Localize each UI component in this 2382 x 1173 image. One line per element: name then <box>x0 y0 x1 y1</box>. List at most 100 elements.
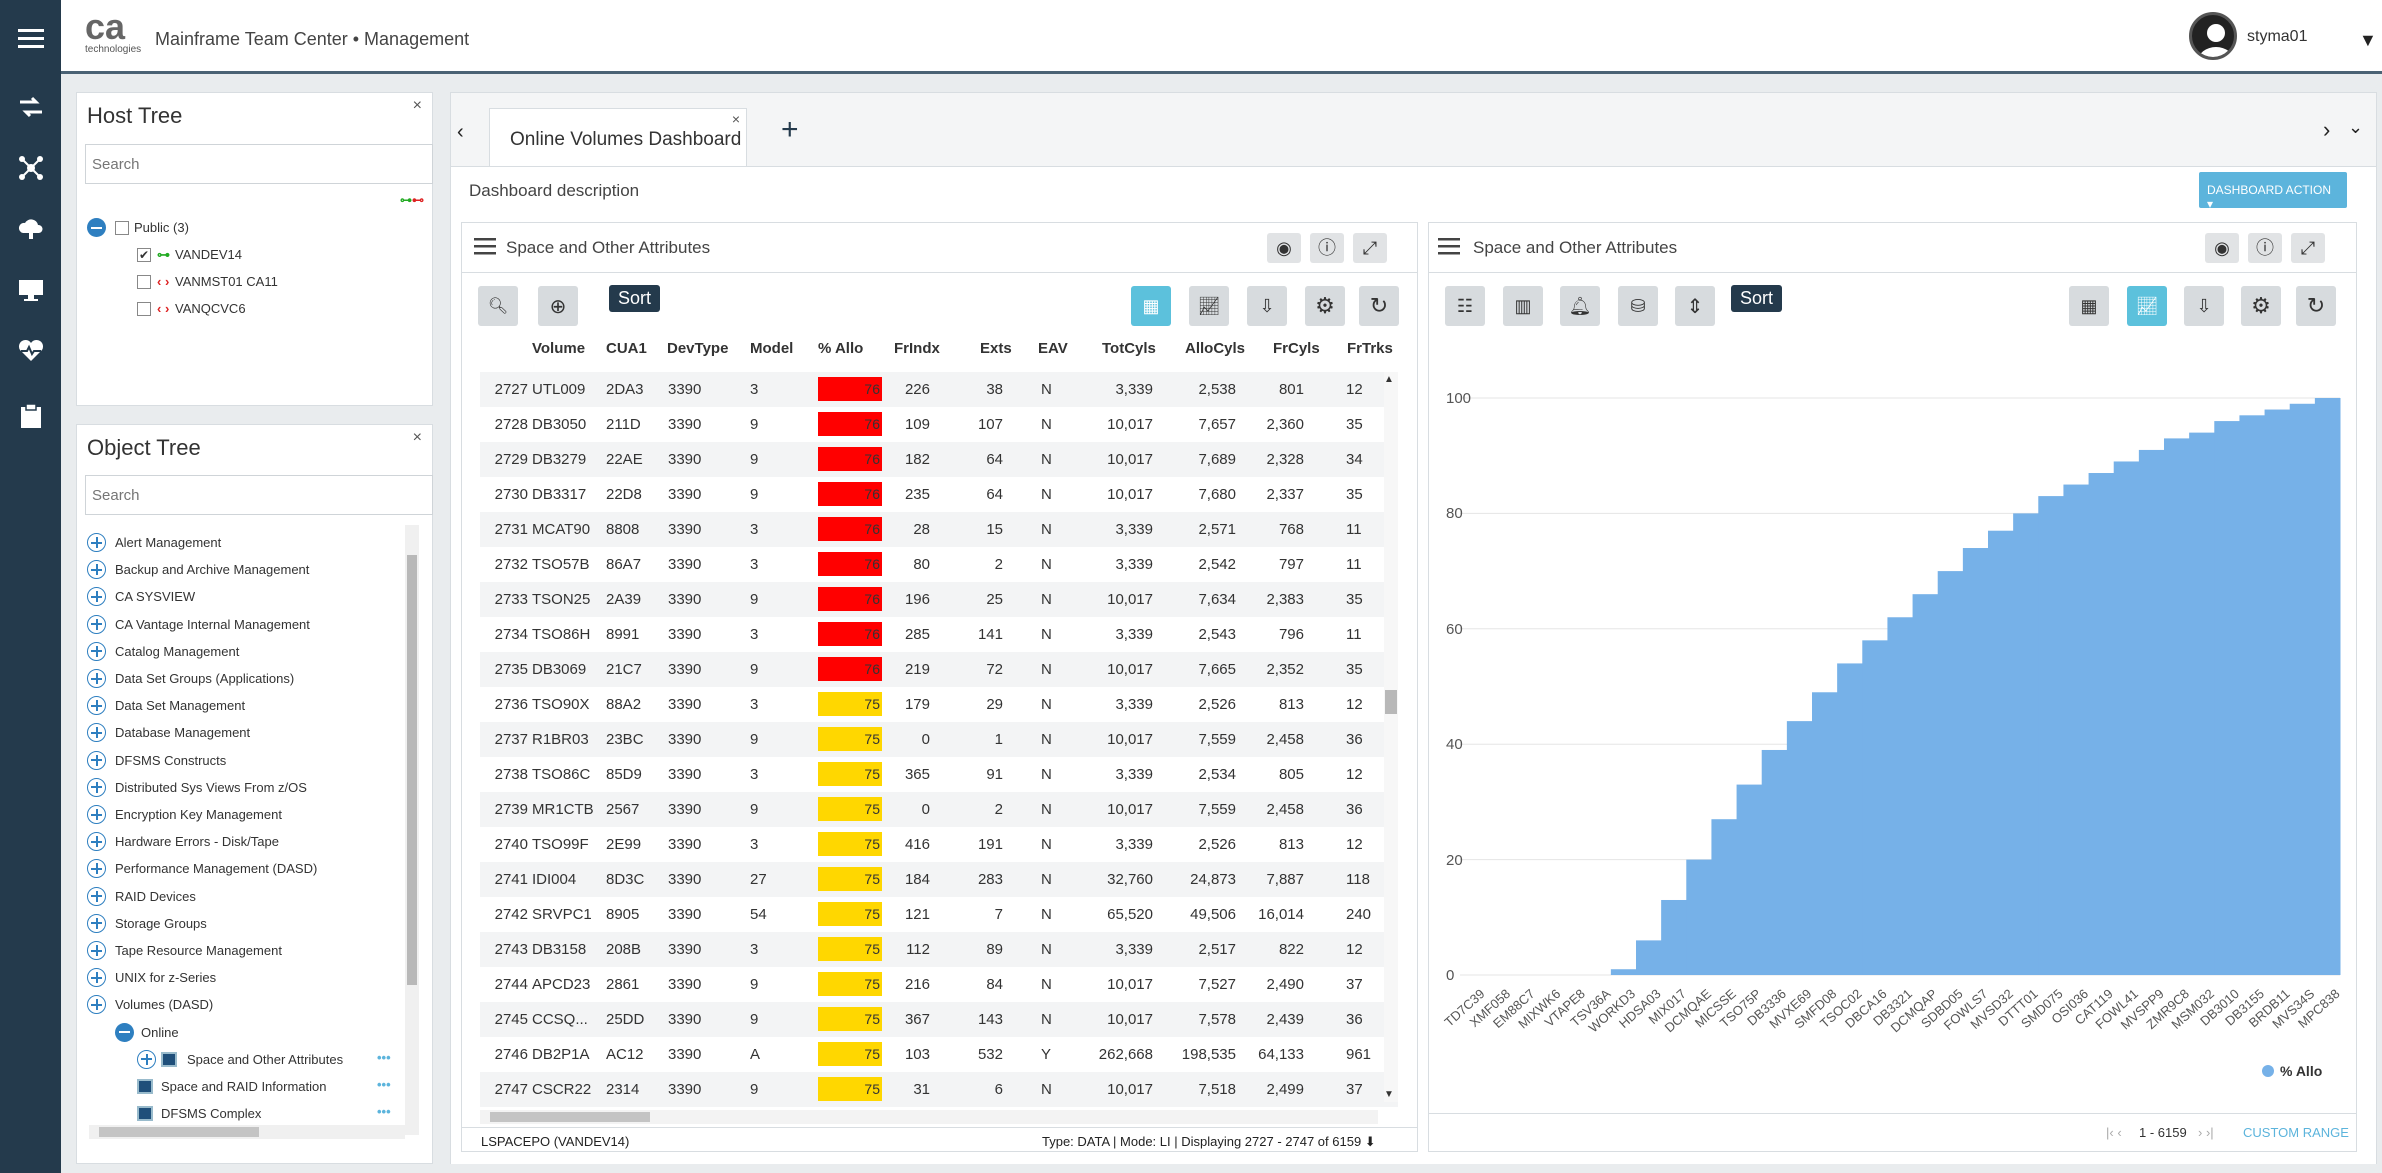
host-tree-search-input[interactable] <box>85 144 433 184</box>
column-header[interactable]: CUA1 <box>606 340 647 357</box>
expand-icon[interactable]: ⤢ <box>1353 233 1387 263</box>
expand-node-icon[interactable] <box>87 750 106 770</box>
username[interactable]: styma01 <box>2247 28 2307 46</box>
chart-view-icon[interactable]: 📈︎ <box>1189 286 1229 326</box>
grid-hscrollbar[interactable] <box>480 1110 1378 1124</box>
host-item-vanqcvc6[interactable]: VANQCVC6 <box>175 301 246 316</box>
expand-node-icon[interactable] <box>87 995 106 1015</box>
public-checkbox[interactable] <box>115 221 129 235</box>
expand-node-icon[interactable] <box>87 913 106 933</box>
object-tree-subitem[interactable]: Space and RAID Information <box>161 1079 326 1094</box>
avatar[interactable] <box>2189 12 2237 60</box>
chart-bar[interactable] <box>1837 663 1863 975</box>
dashboard-action-button[interactable]: DASHBOARD ACTION ▾ <box>2199 172 2347 211</box>
table-row[interactable]: 2739 MR1CTB 2567 3390 9 75 0 2 N 10,017 7,559 2,458… <box>480 792 1398 827</box>
table-row[interactable]: 2740 TSO99F 2E99 3390 3 75 416 191 N 3,339 2,526 81… <box>480 827 1398 862</box>
view-eye-icon[interactable]: ◉ <box>1267 233 1301 263</box>
chart-bar[interactable] <box>2264 409 2291 975</box>
host-tree-close-icon[interactable]: × <box>413 97 422 115</box>
custom-range-link[interactable]: CUSTOM RANGE <box>2243 1125 2349 1140</box>
expand-node-icon[interactable] <box>87 696 106 716</box>
column-header[interactable]: Model <box>750 340 793 357</box>
chart-bar[interactable] <box>2164 438 2190 975</box>
heartbeat-icon[interactable] <box>0 331 61 371</box>
expand-node-icon[interactable] <box>87 614 106 634</box>
table-row[interactable]: 2728 DB3050 211D 3390 9 76 109 107 N 10,017 7,657 2… <box>480 407 1398 442</box>
chart-bar[interactable] <box>1962 548 1989 975</box>
expand-node-icon[interactable] <box>87 560 106 580</box>
grid-panel-menu-icon[interactable] <box>474 238 496 261</box>
more-options-icon[interactable]: ••• <box>377 1104 391 1119</box>
chart-bar[interactable] <box>2138 449 2165 975</box>
tab-menu-chevron-icon[interactable]: ⌄ <box>2348 117 2363 138</box>
object-tree-item[interactable]: Data Set Management <box>115 698 245 713</box>
chart-bar[interactable] <box>1610 969 1637 975</box>
tab-close-icon[interactable]: × <box>732 111 740 127</box>
expand-node-icon[interactable] <box>87 533 106 552</box>
swap-icon[interactable] <box>0 87 61 127</box>
expand-node-icon[interactable] <box>87 669 106 688</box>
clipboard-icon[interactable] <box>0 396 61 436</box>
chart-bar[interactable] <box>2214 421 2240 975</box>
chart-bar[interactable] <box>2239 415 2266 975</box>
more-options-icon[interactable]: ••• <box>377 1077 391 1092</box>
chart-sort-button[interactable]: Sort <box>1731 285 1783 312</box>
object-tree-item[interactable]: Volumes (DASD) <box>115 997 213 1012</box>
tab-scroll-right-icon[interactable]: › <box>2323 117 2330 143</box>
alert-bell-icon[interactable]: 🔔︎ <box>1560 286 1600 326</box>
chart-bar[interactable] <box>2063 484 2090 975</box>
object-tree-close-icon[interactable]: × <box>413 429 422 447</box>
column-header[interactable]: FrTrks <box>1347 340 1393 357</box>
object-tree-item[interactable]: RAID Devices <box>115 889 196 904</box>
chart-bar[interactable] <box>1812 692 1838 975</box>
expand-node-icon[interactable] <box>87 859 106 879</box>
object-tree-item[interactable]: Tape Resource Management <box>115 943 282 958</box>
chart-view-icon[interactable]: 📈︎ <box>2127 286 2167 326</box>
table-row[interactable]: 2730 DB3317 22D8 3390 9 76 235 64 N 10,017 7,680 2,… <box>480 477 1398 512</box>
table-row[interactable]: 2746 DB2P1A AC12 3390 A 75 103 532 Y 262,668 198,5… <box>480 1037 1398 1072</box>
table-view-icon[interactable]: ▦ <box>2069 286 2109 326</box>
expand-node-icon[interactable] <box>87 886 106 906</box>
object-tree-item[interactable]: Performance Management (DASD) <box>115 861 317 876</box>
more-options-icon[interactable]: ••• <box>377 1050 391 1065</box>
table-row[interactable]: 2744 APCD23 2861 3390 9 75 216 84 N 10,017 7,527 2,… <box>480 967 1398 1002</box>
column-header[interactable]: AlloCyls <box>1185 340 1245 357</box>
object-tree-item[interactable]: Storage Groups <box>115 916 207 931</box>
table-row[interactable]: 2734 TSO86H 8991 3390 3 76 285 141 N 3,339 2,543 79… <box>480 617 1398 652</box>
column-header[interactable]: FrIndx <box>894 340 940 357</box>
object-tree-item[interactable]: Distributed Sys Views From z/OS <box>115 780 307 795</box>
chart-bar[interactable] <box>1786 721 1813 975</box>
export-icon[interactable]: ⇩ <box>1247 286 1287 326</box>
table-row[interactable]: 2741 IDI004 8D3C 3390 27 75 184 283 N 32,760 24,87… <box>480 862 1398 897</box>
expand-icon[interactable]: ⤢ <box>2291 233 2325 263</box>
column-header[interactable]: TotCyls <box>1102 340 1156 357</box>
expand-node-icon[interactable] <box>87 832 106 852</box>
chart-bar[interactable] <box>1761 749 1788 975</box>
collapse-public-icon[interactable] <box>87 218 106 237</box>
object-tree-item[interactable]: Alert Management <box>115 535 221 550</box>
table-row[interactable]: 2727 UTL009 2DA3 3390 3 76 226 38 N 3,339 2,538 801… <box>480 372 1398 407</box>
object-tree-subitem[interactable]: DFSMS Complex <box>161 1106 261 1121</box>
object-tree-subitem[interactable]: Space and Other Attributes <box>187 1052 343 1067</box>
tab-scroll-left-icon[interactable]: ‹ <box>457 121 464 144</box>
settings-gear-icon[interactable]: ⚙ <box>1305 286 1345 326</box>
object-tree-item[interactable]: DFSMS Constructs <box>115 753 226 768</box>
chart-bar[interactable] <box>2088 473 2115 975</box>
bar-chart-icon[interactable]: ▥ <box>1503 286 1543 326</box>
expand-node-icon[interactable] <box>87 805 106 824</box>
column-header[interactable]: EAV <box>1038 340 1068 357</box>
help-icon[interactable]: ⓘ <box>1310 233 1344 263</box>
zoom-icon[interactable]: 🔍︎ <box>478 286 518 326</box>
pager-first-icon[interactable]: |‹ ‹ <box>2106 1125 2122 1140</box>
cloud-upload-icon[interactable] <box>0 209 61 249</box>
table-row[interactable]: 2732 TSO57B 86A7 3390 3 76 80 2 N 3,339 2,542 797 11 <box>480 547 1398 582</box>
chart-bar[interactable] <box>1912 594 1939 975</box>
expand-node-icon[interactable] <box>87 587 106 607</box>
chart-bar[interactable] <box>2314 398 2341 975</box>
expand-node-icon[interactable] <box>87 641 106 661</box>
database-icon[interactable]: ⛁ <box>1618 286 1658 326</box>
grid-vscrollbar[interactable]: ▲ ▼ <box>1384 372 1398 1102</box>
table-row[interactable]: 2731 MCAT90 8808 3390 3 76 28 15 N 3,339 2,571 768 1… <box>480 512 1398 547</box>
column-header[interactable]: FrCyls <box>1273 340 1320 357</box>
table-row[interactable]: 2736 TSO90X 88A2 3390 3 75 179 29 N 3,339 2,526 813… <box>480 687 1398 722</box>
